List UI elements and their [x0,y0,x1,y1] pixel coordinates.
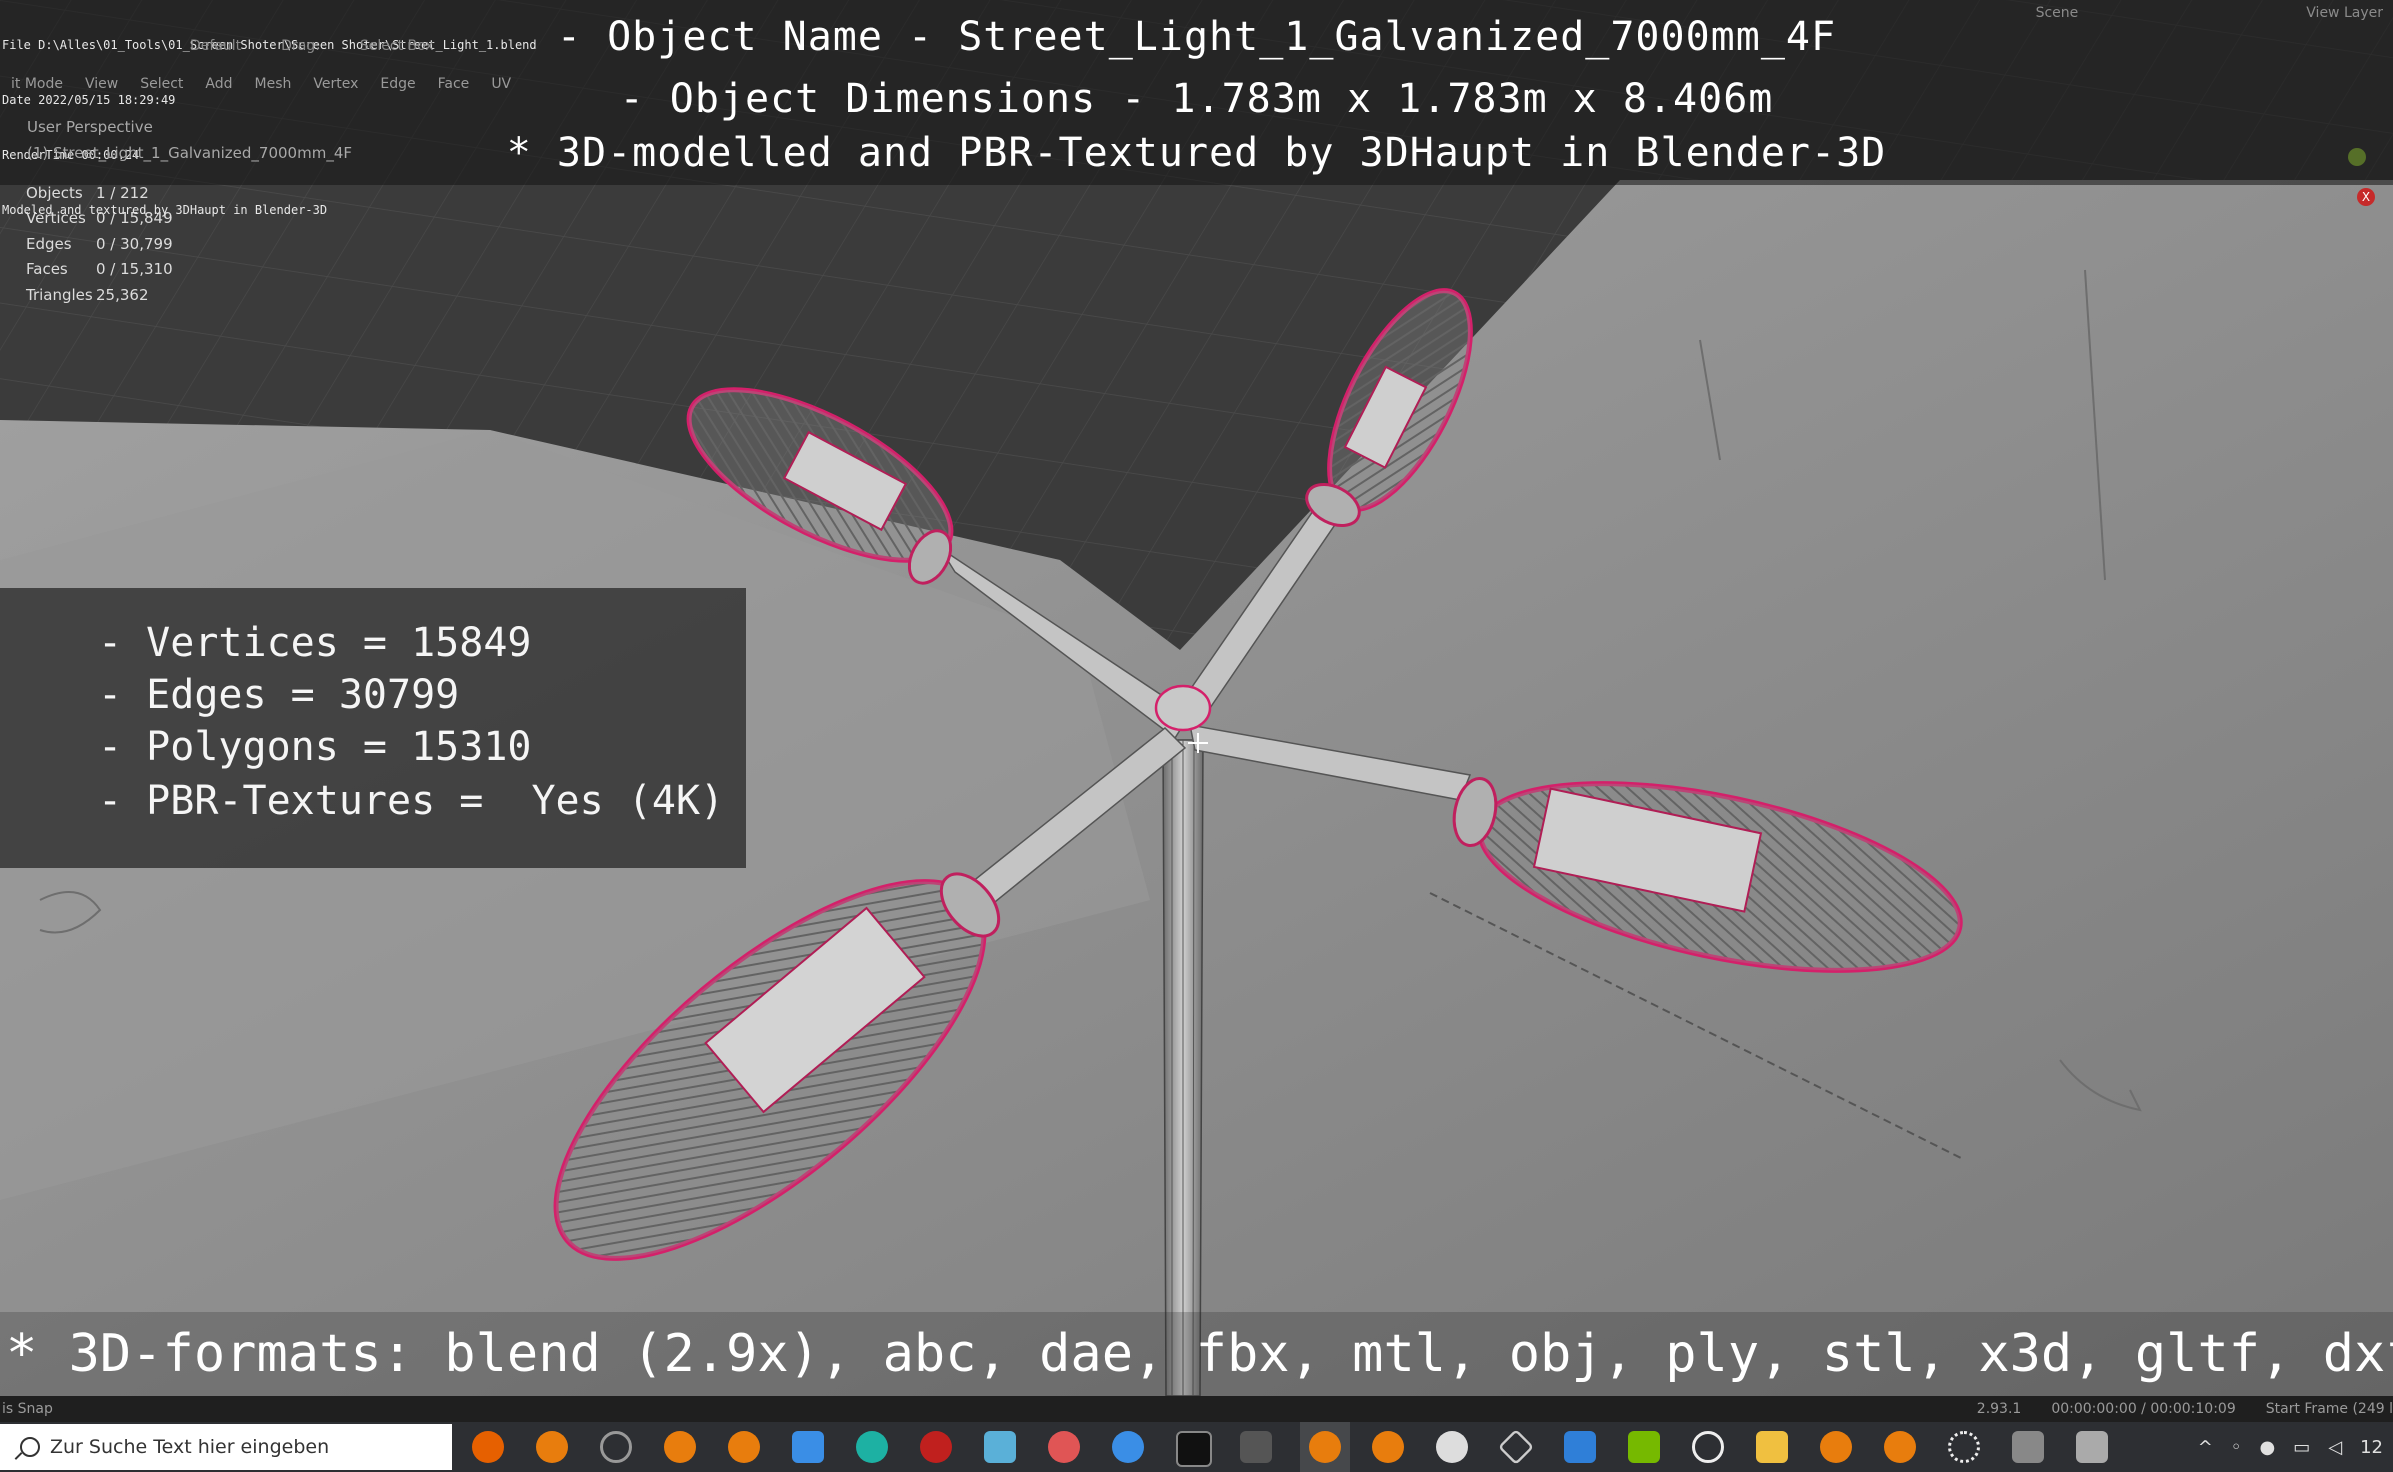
app-icon[interactable] [1436,1431,1468,1463]
stat-value: 25,362 [96,285,149,304]
app-icon[interactable] [600,1431,632,1463]
scene-statistics: Objects 1 / 212 Vertices 0 / 15,849 Edges 0… [26,180,173,308]
vertices-count: - Vertices = 15849 [98,620,532,666]
windows-taskbar: Zur Suche Text hier eingeben ^ ◦ ● ▭ ◁ 1… [0,1422,2393,1472]
pole-hub [1154,684,1212,732]
app-icon[interactable] [920,1431,952,1463]
start-frame: Start Frame (249 l [2265,1401,2393,1417]
blender-icon[interactable] [728,1431,760,1463]
calendar-icon[interactable] [1564,1431,1596,1463]
stat-value: 0 / 30,799 [96,234,173,253]
stat-label: Triangles [26,285,93,304]
blender-icon[interactable] [1309,1431,1341,1463]
stat-value: 1 / 212 [96,183,149,202]
status-bar: is Snap 2.93.1 00:00:00:00 / 00:00:10:09… [0,1396,2393,1422]
cube-icon[interactable] [1497,1428,1535,1466]
stat-row: Faces 0 / 15,310 [26,257,173,283]
stat-label: Vertices [26,209,86,228]
perspective-label: User Perspective [27,118,153,136]
firefox-icon[interactable] [472,1431,504,1463]
stat-label: Faces [26,260,68,279]
formats-banner: * 3D-formats: blend (2.9x), abc, dae, fb… [0,1312,2393,1396]
app-icon[interactable] [2076,1431,2108,1463]
app-icon[interactable] [2012,1431,2044,1463]
app-tray-icon[interactable]: ● [2260,1437,2276,1458]
terminal-icon[interactable] [1176,1431,1212,1467]
timeline-time: 00:00:00:00 / 00:00:10:09 [2051,1401,2236,1417]
stat-row: Objects 1 / 212 [26,180,173,206]
gizmo-y-icon[interactable] [2348,148,2366,166]
status-right: 2.93.1 00:00:00:00 / 00:00:10:09 Start F… [1977,1401,2393,1417]
mail-icon[interactable] [792,1431,824,1463]
chevron-up-icon[interactable]: ^ [2198,1437,2213,1458]
active-object-label: (1) Street_Light_1_Galvanized_7000mm_4F [27,144,352,162]
status-left: is Snap [2,1401,53,1417]
battery-icon[interactable]: ▭ [2293,1437,2310,1458]
blender-icon[interactable] [536,1431,568,1463]
app-icon[interactable] [1240,1431,1272,1463]
polygons-count: - Polygons = 15310 [98,724,532,770]
taskbar-search[interactable]: Zur Suche Text hier eingeben [0,1424,452,1470]
system-tray: ^ ◦ ● ▭ ◁ 12 [2198,1422,2383,1472]
edge-browser-icon[interactable] [856,1431,888,1463]
stat-row: Vertices 0 / 15,849 [26,206,173,232]
blender-icon[interactable] [1884,1431,1916,1463]
app-icon[interactable] [984,1431,1016,1463]
app-icon[interactable] [1112,1431,1144,1463]
viewport-info: User Perspective (1) Street_Light_1_Galv… [27,114,352,166]
stat-row: Triangles 25,362 [26,282,173,308]
app-icon[interactable] [1692,1431,1724,1463]
stat-value: 0 / 15,310 [96,260,173,279]
blender-version: 2.93.1 [1976,1401,2022,1417]
nvidia-icon[interactable] [1628,1431,1660,1463]
stat-value: 0 / 15,849 [96,209,173,228]
network-icon[interactable]: ◦ [2231,1437,2242,1458]
settings-icon[interactable] [1948,1431,1980,1463]
mesh-stats-panel: - Vertices = 15849 - Edges = 30799 - Pol… [0,588,746,868]
clock[interactable]: 12 [2360,1437,2383,1458]
object-name-text: - Object Name - Street_Light_1_Galvanize… [556,14,1837,60]
search-icon [20,1437,40,1457]
edges-count: - Edges = 30799 [98,672,460,718]
blender-icon[interactable] [1372,1431,1404,1463]
3d-viewport[interactable]: File D:\Alles\01_Tools\01_Screen Shoter\… [0,0,2393,1396]
app-icon[interactable] [1048,1431,1080,1463]
gizmo-x-icon[interactable]: X [2357,188,2375,206]
speaker-icon[interactable]: ◁ [2328,1437,2342,1458]
stat-label: Objects [26,183,83,202]
stat-row: Edges 0 / 30,799 [26,231,173,257]
textures-info: - PBR-Textures = Yes (4K) [98,778,725,824]
search-placeholder: Zur Suche Text hier eingeben [50,1436,330,1458]
blender-icon[interactable] [1820,1431,1852,1463]
object-dimensions-text: - Object Dimensions - 1.783m x 1.783m x … [619,76,1774,122]
folder-icon[interactable] [1756,1431,1788,1463]
blender-icon[interactable] [664,1431,696,1463]
stat-label: Edges [26,234,72,253]
credit-text: * 3D-modelled and PBR-Textured by 3DHaup… [506,130,1887,176]
